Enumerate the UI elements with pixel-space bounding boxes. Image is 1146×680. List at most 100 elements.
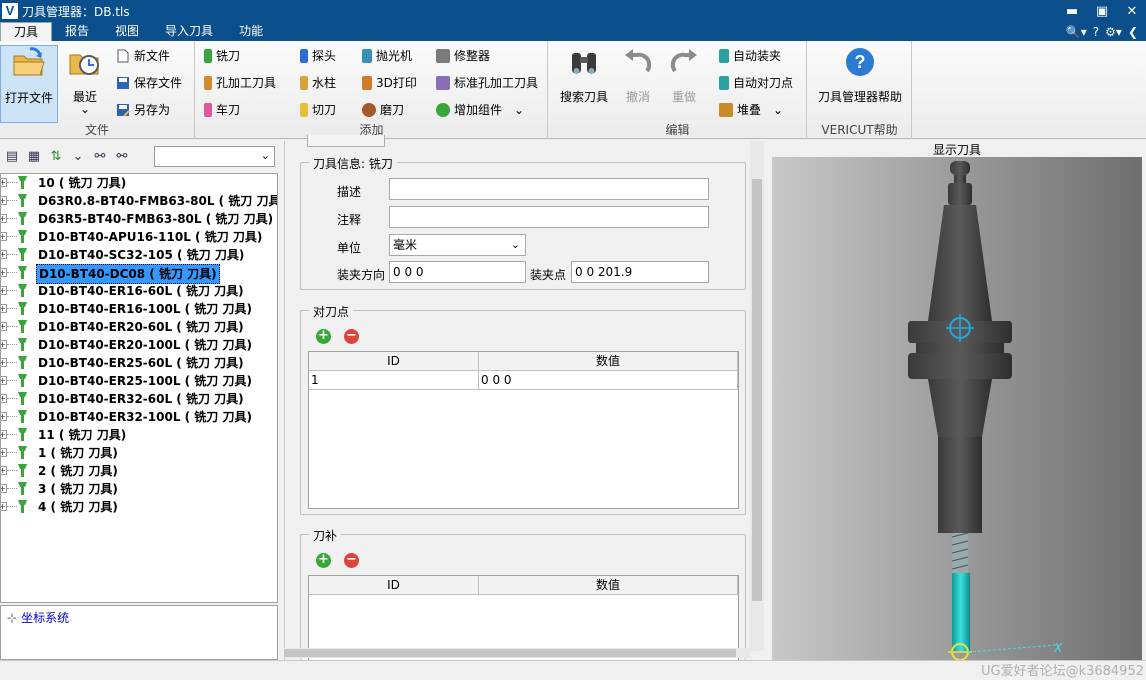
expand-plus-icon[interactable]: + [1,232,7,241]
add-turning-button[interactable]: 车刀 [204,101,240,118]
tree-item[interactable]: + D10-BT40-ER16-60L ( 铣刀 刀具) [1,282,277,300]
undo-button[interactable]: 撤消 [617,45,659,123]
tree-item[interactable]: +4 ( 铣刀 刀具) [1,498,277,516]
expand-plus-icon[interactable]: + [1,394,7,403]
find-next-icon[interactable]: ⚯ [114,149,130,165]
expand-plus-icon[interactable]: + [1,322,7,331]
expand-plus-icon[interactable]: + [1,484,7,493]
tree-item[interactable]: + D10-BT40-ER20-100L ( 铣刀 刀具) [1,336,277,354]
gear-icon[interactable]: ⚙▾ [1105,25,1122,39]
tab-view[interactable]: 视图 [102,22,152,41]
tree-item[interactable]: + D63R0.8-BT40-FMB63-80L ( 铣刀 刀具) [1,192,277,210]
search-tool-button[interactable]: 搜索刀具 [555,45,613,123]
expand-plus-icon[interactable]: + [1,178,7,187]
tree-item[interactable]: + D63R5-BT40-FMB63-80L ( 铣刀 刀具) [1,210,277,228]
clamp-point-input[interactable]: 0 0 201.9 [571,261,709,283]
tree-view-icon[interactable]: ▤ [4,149,20,165]
stack-dropdown-arrow[interactable]: ⌄ [773,103,783,117]
expand-plus-icon[interactable]: + [1,430,7,439]
expand-plus-icon[interactable]: + [1,412,7,421]
expand-plus-icon[interactable]: + [1,196,7,205]
tab-import-tools[interactable]: 导入刀具 [152,22,226,41]
add-grinder-button[interactable]: 磨刀 [362,101,404,118]
tool-3d-viewport[interactable]: X [772,157,1142,660]
tree-item[interactable]: + D10-BT40-APU16-110L ( 铣刀 刀具) [1,228,277,246]
properties-vertical-scrollbar[interactable] [750,141,764,651]
align-id-header[interactable]: ID [309,352,479,371]
align-row-value[interactable]: 0 0 0 [479,371,738,390]
expand-plus-icon[interactable]: + [1,466,7,475]
stack-button[interactable]: 堆叠 ⌄ [719,101,783,118]
chevron-down-icon[interactable]: ⌄ [70,149,86,165]
help-icon[interactable]: ? [1093,25,1099,39]
scrollbar-thumb[interactable] [752,179,762,601]
add-std-hole-tool-button[interactable]: 标准孔加工刀具 [436,74,538,91]
tree-item[interactable]: +10 ( 铣刀 刀具) [1,174,277,192]
hidden-tab-stub[interactable] [307,135,385,147]
tree-item[interactable]: + D10-BT40-ER16-100L ( 铣刀 刀具) [1,300,277,318]
expand-plus-icon[interactable]: + [1,250,7,259]
add-water-jet-button[interactable]: 水柱 [300,74,336,91]
tab-tools[interactable]: 刀具 [0,22,53,41]
expand-plus-icon[interactable]: + [1,286,7,295]
save-file-button[interactable]: 保存文件 [116,74,182,91]
recent-dropdown-arrow[interactable]: ⌄ [62,103,108,115]
add-mill-button[interactable]: 铣刀 [204,47,240,64]
save-as-button[interactable]: 另存为 [116,101,170,118]
comp-id-header[interactable]: ID [309,576,479,595]
unit-select[interactable]: 毫米 ⌄ [389,234,526,256]
clamp-dir-input[interactable]: 0 0 0 [389,261,526,283]
add-align-point-icon[interactable]: + [316,329,331,344]
add-compensation-icon[interactable]: + [316,553,331,568]
sort-icon[interactable]: ⇅ [48,149,64,165]
maximize-button[interactable]: ▣ [1094,4,1110,19]
tree-item[interactable]: + D10-BT40-DC08 ( 铣刀 刀具) [1,264,277,284]
tree-item[interactable]: +1 ( 铣刀 刀具) [1,444,277,462]
tab-report[interactable]: 报告 [52,22,102,41]
align-row-id[interactable]: 1 [309,371,479,390]
add-3d-print-button[interactable]: 3D打印 [362,74,417,91]
expand-plus-icon[interactable]: + [1,304,7,313]
tree-item[interactable]: +11 ( 铣刀 刀具) [1,426,277,444]
remove-compensation-icon[interactable]: − [344,553,359,568]
find-binoculars-icon[interactable]: ⚯ [92,149,108,165]
expand-plus-icon[interactable]: + [1,358,7,367]
tool-tree[interactable]: +10 ( 铣刀 刀具)+D63R0.8-BT40-FMB63-80L ( 铣刀… [0,173,278,603]
close-button[interactable]: ✕ [1124,4,1140,19]
align-value-header[interactable]: 数值 [479,352,738,371]
add-hole-tool-button[interactable]: 孔加工刀具 [204,74,276,91]
expand-plus-icon[interactable]: + [1,340,7,349]
minimize-button[interactable]: ▬ [1064,4,1080,19]
search-icon[interactable]: 🔍▾ [1066,25,1087,39]
align-points-table[interactable]: ID 数值 1 0 0 0 [308,351,739,509]
tab-functions[interactable]: 功能 [226,22,276,41]
tree-item[interactable]: + D10-BT40-SC32-105 ( 铣刀 刀具) [1,246,277,264]
scrollbar-thumb[interactable] [284,649,736,657]
tree-item[interactable]: + D10-BT40-ER20-60L ( 铣刀 刀具) [1,318,277,336]
recent-button[interactable]: 最近 ⌄ [62,45,108,123]
remove-align-point-icon[interactable]: − [344,329,359,344]
tree-search-combo[interactable]: ⌄ [154,146,275,167]
add-probe-button[interactable]: 探头 [300,47,336,64]
expand-plus-icon[interactable]: + [1,376,7,385]
redo-button[interactable]: 重做 [663,45,705,123]
add-cut-button[interactable]: 切刀 [300,101,336,118]
expand-plus-icon[interactable]: + [1,448,7,457]
expand-plus-icon[interactable]: + [1,502,7,511]
add-component-button[interactable]: 增加组件 ⌄ [436,101,524,118]
new-file-button[interactable]: 新文件 [116,47,170,64]
properties-horizontal-scrollbar[interactable] [284,648,750,658]
auto-mount-button[interactable]: 自动装夹 [719,47,781,64]
add-dresser-button[interactable]: 修整器 [436,47,490,64]
coord-system-item[interactable]: ⊹ 坐标系统 [7,609,69,626]
tree-item[interactable]: +2 ( 铣刀 刀具) [1,462,277,480]
manager-help-button[interactable]: ? 刀具管理器帮助 [812,45,908,123]
add-component-dropdown-arrow[interactable]: ⌄ [514,103,524,117]
expand-icon[interactable]: ❮ [1128,25,1138,39]
desc-input[interactable] [389,178,709,200]
tree-item[interactable]: +3 ( 铣刀 刀具) [1,480,277,498]
comp-value-header[interactable]: 数值 [479,576,738,595]
open-file-button[interactable]: 打开文件 [0,45,58,123]
tree-item[interactable]: + D10-BT40-ER32-60L ( 铣刀 刀具) [1,390,277,408]
tree-expand-icon[interactable]: ▦ [26,149,42,165]
